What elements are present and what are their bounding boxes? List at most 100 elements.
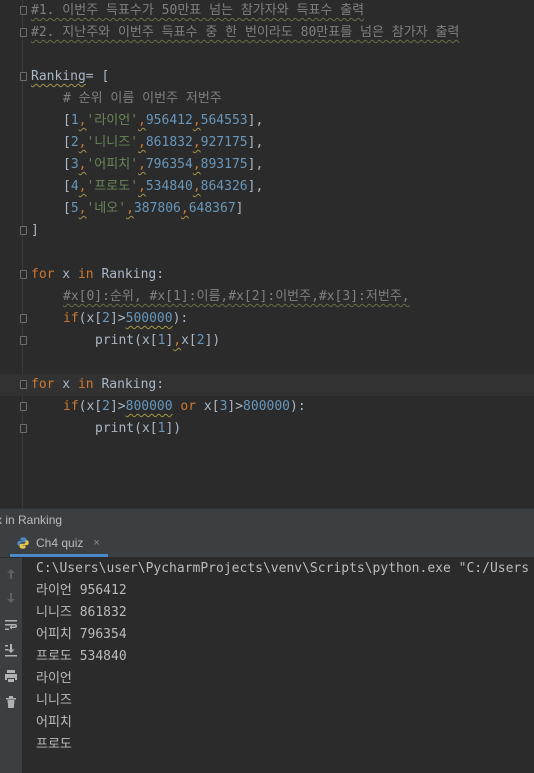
fold-marker-icon[interactable]	[20, 424, 27, 433]
code-line[interactable]: #1. 이번주 득표수가 50만표 넘는 참가자와 득표수 출력	[0, 0, 534, 22]
fold-marker-icon[interactable]	[20, 336, 27, 345]
code-editor[interactable]: #1. 이번주 득표수가 50만표 넘는 참가자와 득표수 출력 #2. 지난주와…	[0, 0, 534, 508]
code-token: [	[63, 179, 71, 194]
fold-marker-icon[interactable]	[20, 28, 27, 37]
code-token: x	[54, 377, 78, 392]
code-token: ]>	[227, 399, 244, 414]
code-line[interactable]: print(x[1],x[2])	[0, 330, 534, 352]
console-line: 라이언	[36, 671, 72, 686]
code-line[interactable]: print(x[1])	[0, 418, 534, 440]
code-token: print	[95, 421, 135, 436]
code-token: 800000	[125, 399, 173, 414]
code-text: # 순위 이름 이번주 저번주	[63, 88, 222, 110]
code-token: 534840	[145, 179, 193, 194]
code-token: ,	[138, 113, 146, 128]
print-icon[interactable]	[3, 668, 19, 684]
fold-marker-icon[interactable]	[20, 402, 27, 411]
code-token: Ranking:	[93, 377, 165, 392]
fold-marker-icon[interactable]	[20, 226, 27, 235]
code-text: #2. 지난주와 이번주 득표수 중 한 번이라도 80만표를 넘은 참가자 출…	[31, 22, 459, 44]
code-token: = [	[85, 69, 110, 84]
tab-run-config[interactable]: Ch4 quiz ×	[10, 531, 108, 557]
code-token: 927175	[200, 135, 248, 150]
code-token: (x[	[134, 333, 158, 348]
code-token: ],	[247, 179, 264, 194]
console-line: C:\Users\user\PycharmProjects\venv\Scrip…	[36, 561, 530, 576]
code-token: 956412	[145, 113, 193, 128]
code-token: (x[	[78, 311, 103, 326]
code-token: ,	[192, 113, 201, 128]
fold-marker-icon[interactable]	[20, 314, 27, 323]
code-line[interactable]: #x[0]:순위, #x[1]:이름,#x[2]:이번주,#x[3]:저번주,	[0, 286, 534, 308]
code-text: [1,'라이언',956412,564553],	[63, 110, 263, 132]
code-line[interactable]: if(x[2]>500000):	[0, 308, 534, 330]
code-token: ],	[247, 113, 264, 128]
code-token: '어피치'	[86, 157, 139, 172]
code-line[interactable]: for x in Ranking:	[0, 264, 534, 286]
code-token: ,	[192, 157, 201, 172]
code-token: [	[63, 201, 71, 216]
code-text: print(x[1])	[95, 418, 181, 440]
console-line: 어피치	[36, 715, 72, 730]
arrow-up-icon[interactable]	[3, 566, 19, 582]
code-token: #x[0]:순위, #x[1]:이름,#x[2]:이번주,#x[3]:저번주,	[63, 289, 410, 304]
code-line[interactable]: [3,'어피치',796354,893175],	[0, 154, 534, 176]
run-toolbar	[0, 558, 22, 773]
code-line[interactable]: # 순위 이름 이번주 저번주	[0, 88, 534, 110]
close-icon[interactable]: ×	[93, 530, 99, 556]
code-token: 4	[70, 179, 79, 194]
console-line: 어피치 796354	[36, 627, 127, 642]
code-token: ,	[192, 179, 201, 194]
code-text: Ranking= [	[31, 66, 109, 88]
code-line[interactable]: [4,'프로도',534840,864326],	[0, 176, 534, 198]
run-console-output[interactable]: C:\Users\user\PycharmProjects\venv\Scrip…	[22, 558, 534, 773]
code-token: [	[63, 157, 71, 172]
arrow-down-icon[interactable]	[3, 590, 19, 606]
code-line[interactable]: #2. 지난주와 이번주 득표수 중 한 번이라도 80만표를 넘은 참가자 출…	[0, 22, 534, 44]
python-icon	[17, 536, 29, 549]
code-line[interactable]: [1,'라이언',956412,564553],	[0, 110, 534, 132]
console-line: 니니즈	[36, 693, 72, 708]
code-token: ,	[180, 201, 189, 216]
code-token: (x[	[134, 421, 158, 436]
code-token: ]>	[109, 399, 126, 414]
code-line[interactable]: ]	[0, 220, 534, 242]
soft-wrap-icon[interactable]	[3, 617, 19, 633]
code-token: ,	[126, 201, 134, 216]
code-token: ,	[138, 157, 146, 172]
breadcrumb-label[interactable]: x in Ranking	[0, 513, 62, 527]
code-text: [2,'니니즈',861832,927175],	[63, 132, 263, 154]
code-token: '네오'	[86, 201, 127, 216]
code-line[interactable]: [5,'네오',387806,648367]	[0, 198, 534, 220]
fold-marker-icon[interactable]	[20, 72, 27, 81]
code-token: in	[77, 267, 94, 282]
run-tool-window-tabbar: Ch4 quiz ×	[0, 531, 534, 558]
code-line[interactable]: [2,'니니즈',861832,927175],	[0, 132, 534, 154]
console-line: 프로도	[36, 737, 72, 752]
code-line[interactable]	[0, 242, 534, 264]
code-text: [3,'어피치',796354,893175],	[63, 154, 263, 176]
code-line[interactable]: for x in Ranking:	[0, 374, 534, 396]
code-token: for	[31, 377, 55, 392]
code-token: Ranking:	[93, 267, 165, 282]
fold-marker-icon[interactable]	[20, 380, 27, 389]
code-line[interactable]	[0, 352, 534, 374]
code-line[interactable]: Ranking= [	[0, 66, 534, 88]
code-text: [4,'프로도',534840,864326],	[63, 176, 263, 198]
code-token: ):	[290, 399, 306, 414]
scroll-to-end-icon[interactable]	[3, 642, 19, 658]
fold-marker-icon[interactable]	[20, 270, 27, 279]
code-token: if	[63, 311, 79, 326]
trash-icon[interactable]	[3, 694, 19, 710]
code-token: Ranking	[31, 69, 86, 84]
code-line[interactable]	[0, 44, 534, 66]
fold-marker-icon[interactable]	[20, 6, 27, 15]
run-tab-label: Ch4 quiz	[36, 535, 84, 550]
code-token: 5	[70, 201, 79, 216]
code-token: #1. 이번주 득표수가 50만표 넘는 참가자와 득표수 출력	[31, 3, 365, 18]
code-text: for x in Ranking:	[31, 264, 164, 286]
code-token: ,	[138, 179, 146, 194]
code-token: ]	[235, 201, 244, 216]
breadcrumb[interactable]: x in Ranking	[0, 508, 534, 531]
code-line[interactable]: if(x[2]>800000 or x[3]>800000):	[0, 396, 534, 418]
